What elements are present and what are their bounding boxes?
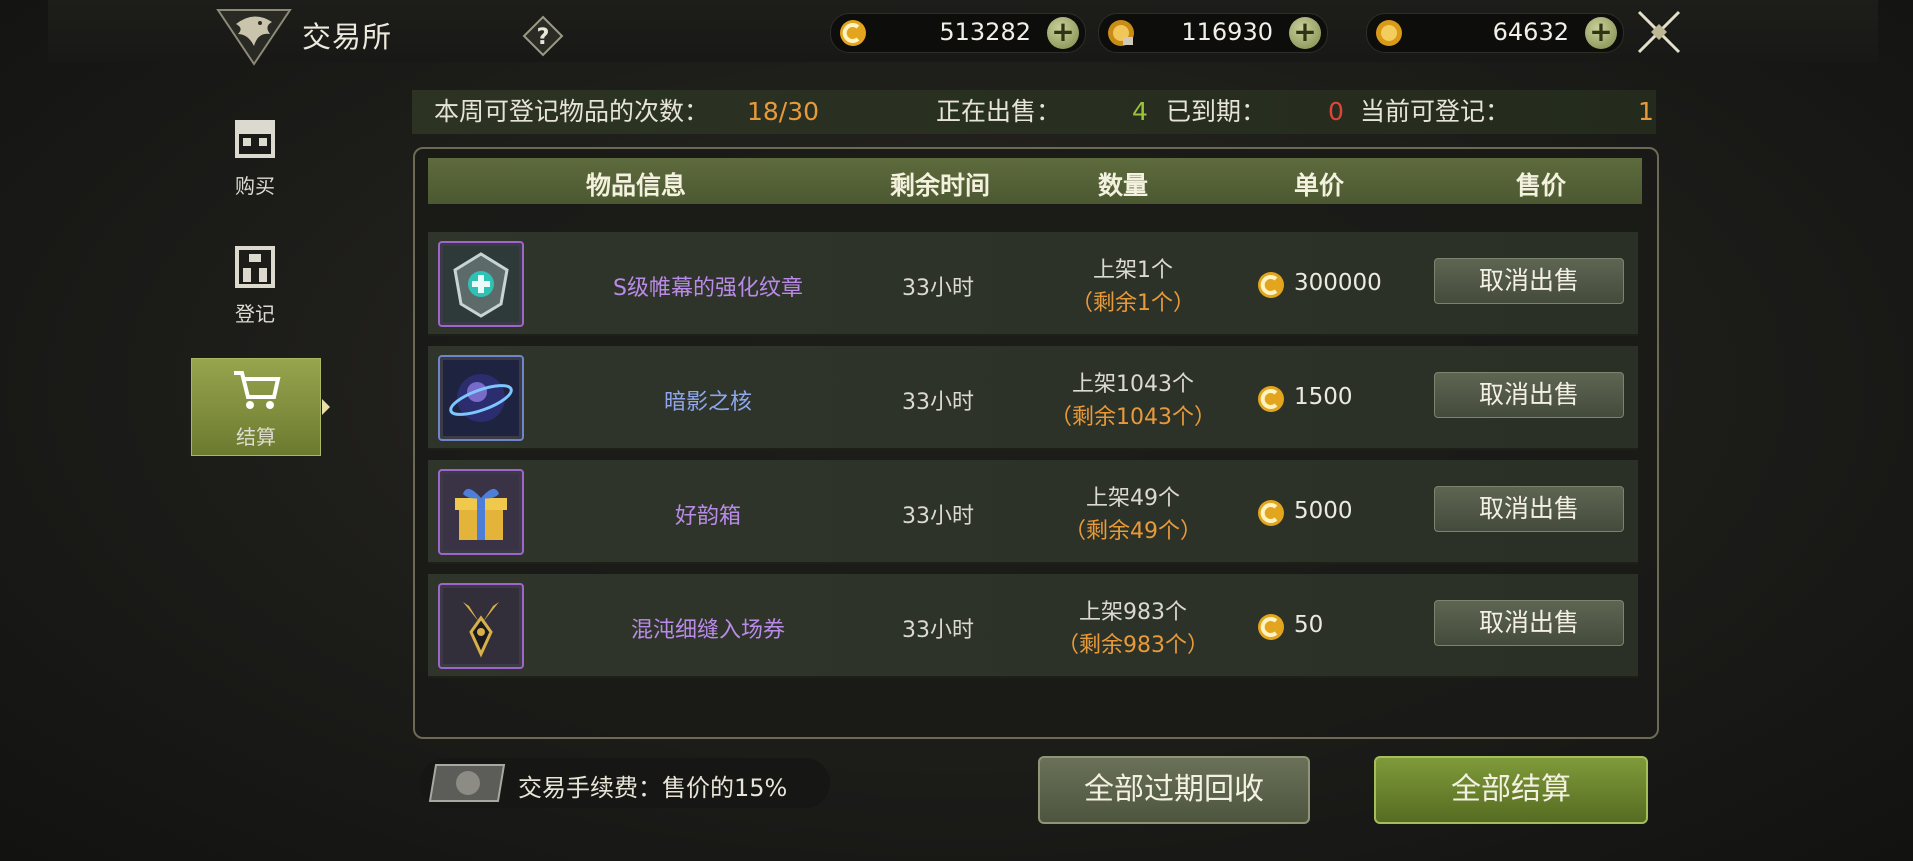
- add-currency-button[interactable]: +: [1585, 17, 1617, 49]
- available-value: 1: [1638, 97, 1654, 126]
- expired-value: 0: [1328, 97, 1344, 126]
- gold-c-coin-icon: [1258, 272, 1284, 298]
- fee-text: 交易手续费：售价的15%: [518, 774, 788, 802]
- currency-c-coins: 513282 +: [830, 13, 1086, 53]
- svg-text:?: ?: [537, 25, 550, 50]
- building-icon: [235, 246, 275, 288]
- listed-quantity: 上架49个: [1086, 486, 1180, 511]
- sidebar-tab-label: 结算: [236, 425, 276, 449]
- currency-value: 116930: [1181, 18, 1273, 46]
- time-left: 33小时: [902, 276, 974, 301]
- listed-quantity: 上架983个: [1079, 600, 1187, 625]
- header-quantity: 数量: [1098, 171, 1149, 200]
- recycle-expired-button[interactable]: 全部过期回收: [1038, 756, 1310, 824]
- expired-label: 已到期：: [1166, 97, 1267, 126]
- item-name: 好韵箱: [674, 504, 741, 529]
- cancel-sale-button[interactable]: 取消出售: [1434, 258, 1624, 304]
- time-left: 33小时: [902, 618, 974, 643]
- add-currency-button[interactable]: +: [1289, 17, 1321, 49]
- header-sale-price: 售价: [1516, 171, 1567, 200]
- transaction-fee-info: 交易手续费：售价的15%: [420, 758, 830, 808]
- gold-c-coin-icon: [1258, 500, 1284, 526]
- currency-ingot-coins: 116930 +: [1098, 13, 1328, 53]
- header-time-left: 剩余时间: [890, 171, 991, 200]
- unit-price: 5000: [1294, 498, 1353, 524]
- currency-gold-coins: 64632 +: [1366, 13, 1624, 53]
- unit-price: 1500: [1294, 384, 1353, 410]
- item-name: 暗影之核: [663, 390, 752, 415]
- selling-value: 4: [1132, 97, 1148, 126]
- emblem-shield-icon: [443, 246, 519, 322]
- table-row: S级帷幕的强化纹章 33小时 上架1个 （剩余1个） 300000 取消出售: [428, 232, 1638, 336]
- item-slot[interactable]: [438, 583, 524, 669]
- sidebar-tab-buy[interactable]: 购买: [191, 108, 319, 204]
- shadow-orb-icon: [443, 360, 519, 436]
- dragon-logo-icon: [216, 9, 292, 66]
- header-item-info: 物品信息: [586, 171, 687, 200]
- gold-coin-icon: [1376, 20, 1402, 46]
- time-left: 33小时: [902, 504, 974, 529]
- remaining-quantity: （剩余983个）: [1057, 633, 1209, 658]
- gold-c-coin-icon: [840, 20, 866, 46]
- listed-quantity: 上架1个: [1093, 258, 1173, 283]
- remaining-quantity: （剩余49个）: [1064, 519, 1202, 544]
- shop-icon: [235, 120, 275, 158]
- cancel-sale-button[interactable]: 取消出售: [1434, 372, 1624, 418]
- item-name: S级帷幕的强化纹章: [613, 276, 803, 301]
- unit-price: 50: [1294, 612, 1324, 638]
- gift-box-icon: [443, 474, 519, 550]
- listing-stats-bar: 本周可登记物品的次数： 18/30 正在出售： 4 已到期： 0 当前可登记： …: [412, 90, 1656, 134]
- remaining-quantity: （剩余1043个）: [1050, 405, 1216, 430]
- table-row: 暗影之核 33小时 上架1043个 （剩余1043个） 1500 取消出售: [428, 346, 1638, 450]
- gold-c-coin-icon: [1258, 614, 1284, 640]
- cancel-sale-button[interactable]: 取消出售: [1434, 486, 1624, 532]
- item-slot[interactable]: [438, 355, 524, 441]
- sidebar-tab-settle[interactable]: 结算: [191, 358, 330, 456]
- add-currency-button[interactable]: +: [1047, 17, 1079, 49]
- remaining-quantity: （剩余1个）: [1071, 291, 1195, 316]
- table-row: 好韵箱 33小时 上架49个 （剩余49个） 5000 取消出售: [428, 460, 1638, 564]
- selling-label: 正在出售：: [936, 97, 1062, 126]
- item-name: 混沌细缝入场券: [630, 618, 785, 643]
- cart-icon: [234, 371, 281, 409]
- gold-ingot-coin-icon: [1108, 20, 1134, 46]
- header-unit-price: 单价: [1294, 171, 1345, 200]
- sidebar-tab-label: 登记: [235, 302, 275, 326]
- question-icon[interactable]: ?: [522, 15, 564, 57]
- item-slot[interactable]: [438, 469, 524, 555]
- weekly-count-label: 本周可登记物品的次数：: [434, 97, 710, 126]
- table-row: 混沌细缝入场券 33小时 上架983个 （剩余983个） 50 取消出售: [428, 574, 1638, 678]
- ticket-icon: [443, 588, 519, 664]
- time-left: 33小时: [902, 390, 974, 415]
- page-title: 交易所: [302, 20, 393, 54]
- settle-all-button[interactable]: 全部结算: [1374, 756, 1648, 824]
- unit-price: 300000: [1294, 270, 1382, 296]
- gold-c-coin-icon: [1258, 386, 1284, 412]
- cancel-sale-button[interactable]: 取消出售: [1434, 600, 1624, 646]
- listed-quantity: 上架1043个: [1072, 372, 1194, 397]
- available-label: 当前可登记：: [1360, 97, 1511, 126]
- fee-coin-icon: [428, 764, 506, 802]
- weekly-count-value: 18/30: [747, 97, 820, 126]
- table-header: 物品信息 剩余时间 数量 单价 售价: [428, 158, 1642, 204]
- sidebar-tab-register[interactable]: 登记: [191, 236, 319, 332]
- crossed-swords-icon[interactable]: [1633, 6, 1685, 58]
- currency-value: 513282: [939, 18, 1031, 46]
- sidebar-tab-label: 购买: [235, 174, 275, 198]
- item-slot[interactable]: [438, 241, 524, 327]
- currency-value: 64632: [1492, 18, 1569, 46]
- active-indicator: [322, 399, 330, 415]
